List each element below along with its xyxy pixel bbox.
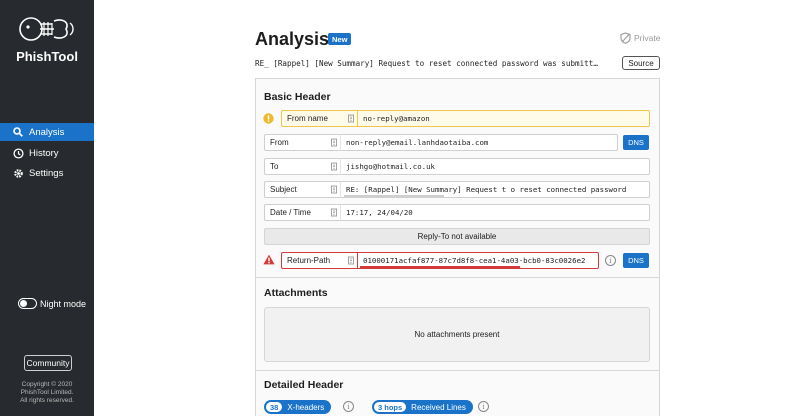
attachments-title: Attachments: [264, 287, 328, 299]
dns-button[interactable]: DNS: [623, 135, 649, 150]
gear-icon: [12, 167, 24, 179]
info-icon[interactable]: i: [605, 255, 616, 266]
copy-icon[interactable]: [328, 158, 340, 175]
copy-icon[interactable]: [345, 110, 357, 127]
private-toggle[interactable]: Private: [620, 32, 660, 44]
sidebar-item-analysis[interactable]: Analysis: [0, 123, 94, 141]
danger-icon: [263, 254, 275, 265]
x-headers-count: 38: [266, 402, 283, 412]
date-time-label: Date / Time: [264, 204, 328, 221]
section-divider: [255, 370, 660, 371]
sidebar-item-label: Analysis: [29, 126, 65, 138]
from-name-row: From name no-reply@amazon: [281, 110, 650, 127]
section-divider: [255, 277, 660, 278]
to-row: To jishgo@hotmail.co.uk: [264, 158, 650, 175]
community-button[interactable]: Community: [24, 355, 72, 371]
from-label: From: [264, 134, 328, 151]
to-value: jishgo@hotmail.co.uk: [340, 158, 650, 175]
sidebar: PhishTool Analysis History Settings Nigh…: [0, 0, 94, 416]
basic-header-title: Basic Header: [264, 91, 331, 103]
copyright: Copyright © 2020 PhishTool Limited. All …: [20, 381, 74, 404]
x-headers-button[interactable]: 38 X-headers: [264, 400, 332, 414]
copy-icon[interactable]: [328, 204, 340, 221]
toggle-switch[interactable]: [18, 298, 37, 309]
from-value: non-reply@email.lanhdaotaiba.com: [340, 134, 618, 151]
night-mode-label: Night mode: [40, 298, 87, 309]
shield-icon: [620, 32, 631, 44]
copy-icon[interactable]: [328, 134, 340, 151]
sidebar-item-history[interactable]: History: [0, 144, 94, 162]
analysis-panel: [255, 78, 660, 416]
info-icon[interactable]: i: [478, 401, 489, 412]
reply-to-status: Reply-To not available: [264, 228, 650, 245]
received-lines-button[interactable]: 3 hops Received Lines: [372, 400, 473, 414]
copy-icon[interactable]: [345, 252, 357, 269]
sidebar-item-label: Settings: [29, 167, 64, 179]
info-icon[interactable]: i: [343, 401, 354, 412]
attachments-empty: No attachments present: [264, 307, 650, 362]
new-badge: New: [328, 33, 352, 45]
date-time-value: 17:17, 24/04/20: [340, 204, 650, 221]
search-icon: [12, 126, 24, 138]
detailed-header-title: Detailed Header: [264, 379, 344, 391]
email-subject: RE_ [Rappel] [New Summary] Request to re…: [255, 59, 598, 68]
subject-row: Subject RE: [Rappel] [New Summary] Reque…: [264, 181, 650, 198]
from-name-value: no-reply@amazon: [357, 110, 650, 127]
warning-icon: [263, 113, 274, 124]
received-hops-count: 3 hops: [374, 402, 407, 412]
copy-icon[interactable]: [328, 181, 340, 198]
date-time-row: Date / Time 17:17, 24/04/20: [264, 204, 650, 221]
return-path-dns-button[interactable]: DNS: [623, 253, 649, 268]
return-path-label: Return-Path: [281, 252, 345, 269]
page-title: Analysis: [255, 29, 330, 49]
night-mode-toggle[interactable]: Night mode: [18, 298, 86, 309]
clock-icon: [12, 147, 24, 159]
from-name-label: From name: [281, 110, 345, 127]
subject-label: Subject: [264, 181, 328, 198]
subject-underline: [344, 195, 444, 197]
from-row: From non-reply@email.lanhdaotaiba.com: [264, 134, 618, 151]
sidebar-item-settings[interactable]: Settings: [0, 164, 94, 182]
phishtool-logo-icon: [19, 17, 74, 41]
source-button[interactable]: Source: [622, 56, 660, 70]
return-path-underline: [360, 266, 520, 268]
brand-name: PhishTool: [16, 49, 78, 64]
sidebar-item-label: History: [29, 147, 59, 159]
to-label: To: [264, 158, 328, 175]
